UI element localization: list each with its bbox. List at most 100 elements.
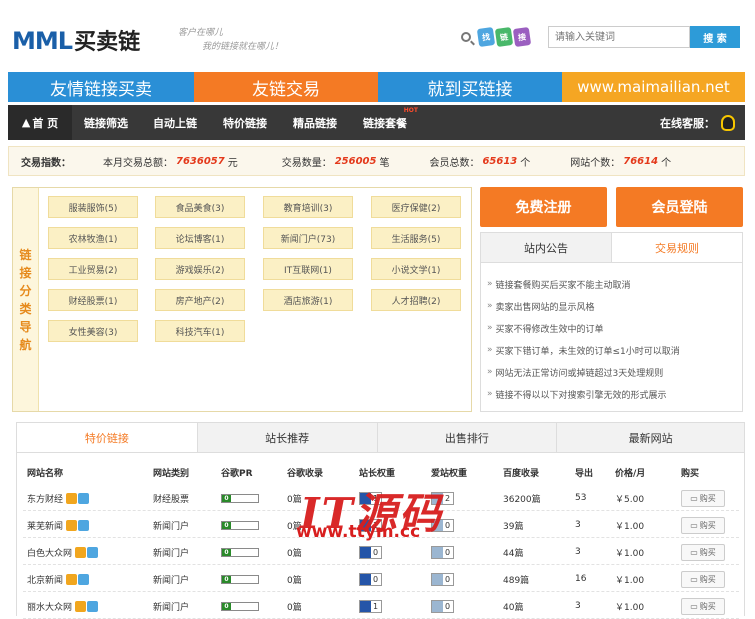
buy-cell: ▭ 购买 <box>681 566 725 592</box>
pr-bar: 0 <box>221 601 259 611</box>
category-tag[interactable]: 新闻门户(73) <box>263 227 353 249</box>
rule-item[interactable]: 链接套餐购买后买家不能主动取消 <box>481 273 742 295</box>
category-tag[interactable]: 女性美容(3) <box>48 320 138 342</box>
count-label: 交易数量： <box>281 157 332 169</box>
login-button[interactable]: 会员登陆 <box>616 187 743 227</box>
category-tag[interactable]: 服装服饰(5) <box>48 196 138 218</box>
buy-button[interactable]: ▭ 购买 <box>681 570 725 588</box>
category-side-text: 链接分类导航 <box>19 247 32 352</box>
aizhan-icon <box>432 600 443 612</box>
buy-cell: ▭ 购买 <box>681 593 725 619</box>
baidu-index-cell: 40篇 <box>503 602 524 613</box>
site-name-link[interactable]: 北京新闻 <box>27 573 63 586</box>
category-tag[interactable]: 小说文学(1) <box>371 258 461 280</box>
site-name-link[interactable]: 白色大众网 <box>27 546 72 559</box>
search-button[interactable]: 搜 索 <box>690 26 740 48</box>
az-weight-cell: 0 <box>431 566 455 592</box>
export-cell: 3 <box>575 520 581 530</box>
rule-item[interactable]: 买家不得修改生效中的订单 <box>481 317 742 339</box>
site-name-link[interactable]: 东方财经 <box>27 492 63 505</box>
zz-weight-cell: 0 <box>359 566 383 592</box>
category-tag[interactable]: 医疗保健(2) <box>371 196 461 218</box>
tab-sales-ranking[interactable]: 出售排行 <box>376 423 557 452</box>
baidu-index-cell: 36200篇 <box>503 494 541 505</box>
buy-button[interactable]: ▭ 购买 <box>681 516 725 534</box>
qq-icon <box>721 114 735 131</box>
tab-trade-rules[interactable]: 交易规则 <box>612 233 742 262</box>
category-cell: 财经股票 <box>153 494 190 505</box>
members-value: 65613 <box>482 155 518 167</box>
export-cell: 53 <box>575 493 587 503</box>
sites-value: 76614 <box>623 155 659 167</box>
sites-unit: 个 <box>661 157 672 169</box>
price-cell: ￥1.00 <box>615 575 645 586</box>
site-name-link[interactable]: 莱芜新闻 <box>27 519 63 532</box>
register-button[interactable]: 免费注册 <box>480 187 607 227</box>
nav-link-filter[interactable]: 链接筛选 <box>72 105 140 140</box>
online-service[interactable]: 在线客服： <box>660 105 735 140</box>
az-value: 0 <box>445 574 451 584</box>
category-cell: 新闻门户 <box>153 602 190 613</box>
nav-packages[interactable]: 链接套餐 HOT <box>350 105 420 140</box>
cart-icon: ▭ <box>690 601 698 611</box>
tab-recommended[interactable]: 站长推荐 <box>196 423 377 452</box>
buy-button[interactable]: ▭ 购买 <box>681 597 725 615</box>
verified-icon <box>87 600 99 612</box>
baidu-index-cell: 39篇 <box>503 521 524 532</box>
aizhan-weight-badge: 0 <box>431 545 455 559</box>
category-tag[interactable]: 房产地产(2) <box>155 289 245 311</box>
aizhan-weight-badge: 0 <box>431 599 455 613</box>
category-tag[interactable]: 生活服务(5) <box>371 227 461 249</box>
nav-auto-link[interactable]: 自动上链 <box>140 105 210 140</box>
category-tag[interactable]: 工业贸易(2) <box>48 258 138 280</box>
pr-bar: 0 <box>221 574 259 584</box>
buy-button[interactable]: ▭ 购买 <box>681 543 725 561</box>
banner-1[interactable]: 友情链接买卖 <box>8 72 194 102</box>
rule-item[interactable]: 买家下错订单，未生效的订单≤1小时可以取消 <box>481 339 742 361</box>
price-tag-icon <box>66 519 78 531</box>
category-tag[interactable]: 酒店旅游(1) <box>263 289 353 311</box>
nav-premium[interactable]: 精品链接 <box>280 105 350 140</box>
nav-special-price[interactable]: 特价链接 <box>210 105 280 140</box>
category-tag[interactable]: 游戏娱乐(2) <box>155 258 245 280</box>
search-input[interactable] <box>548 26 690 48</box>
tab-newest-sites[interactable]: 最新网站 <box>556 423 744 452</box>
cart-icon: ▭ <box>690 493 698 503</box>
search-icon <box>461 32 471 42</box>
category-cell: 新闻门户 <box>153 575 190 586</box>
category-tag[interactable]: 财经股票(1) <box>48 289 138 311</box>
slogan: 客户在哪儿 我的链接就在哪儿！ <box>178 26 283 54</box>
paw-icon <box>360 546 371 558</box>
category-tag[interactable]: 农林牧渔(1) <box>48 227 138 249</box>
rule-item[interactable]: 链接不得以以下对搜索引擎无效的形式展示 <box>481 383 742 405</box>
banner-3[interactable]: 就到买链接 <box>378 72 562 102</box>
pr-value: 0 <box>222 602 231 610</box>
category-tag[interactable]: 论坛博客(1) <box>155 227 245 249</box>
pill-2: 链 <box>494 26 514 48</box>
az-value: 0 <box>445 547 451 557</box>
pr-bar: 0 <box>221 520 259 530</box>
cart-icon: ▭ <box>690 574 698 584</box>
site-header: MML买卖链 客户在哪儿我的链接就在哪儿！ 找 链 接 搜 索 <box>0 0 755 72</box>
tab-special-links[interactable]: 特价链接 <box>17 423 197 452</box>
tab-announcements[interactable]: 站内公告 <box>481 233 612 262</box>
buy-label: 购买 <box>699 601 716 611</box>
category-tag[interactable]: 教育培训(3) <box>263 196 353 218</box>
rule-item[interactable]: 卖家出售网站的显示风格 <box>481 295 742 317</box>
month-total-value: 7636057 <box>176 155 225 167</box>
site-logo[interactable]: MML买卖链 <box>12 24 140 56</box>
category-cell: 新闻门户 <box>153 521 190 532</box>
category-tag[interactable]: 食品美食(3) <box>155 196 245 218</box>
zz-value: 1 <box>373 601 379 611</box>
category-tag[interactable]: IT互联网(1) <box>263 258 353 280</box>
buy-button[interactable]: ▭ 购买 <box>681 489 725 507</box>
site-name-link[interactable]: 丽水大众网 <box>27 600 72 613</box>
category-tag[interactable]: 人才招聘(2) <box>371 289 461 311</box>
baidu-index-cell: 44篇 <box>503 548 524 559</box>
nav-home[interactable]: ▲ 首 页 <box>8 105 72 140</box>
banner-2[interactable]: 友链交易 <box>194 72 378 102</box>
category-tag[interactable]: 科技汽车(1) <box>155 320 245 342</box>
baidu-weight-badge: 0 <box>359 572 383 586</box>
banner-4[interactable]: www.maimailian.net <box>562 72 745 102</box>
rule-item[interactable]: 网站无法正常访问或掉链超过3天处理规则 <box>481 361 742 383</box>
